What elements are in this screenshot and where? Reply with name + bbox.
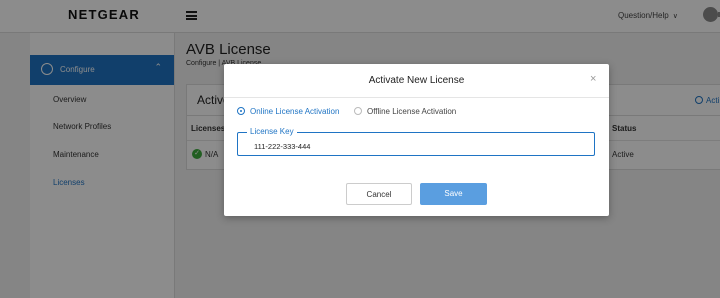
online-activation-label[interactable]: Online License Activation	[250, 107, 339, 116]
activate-license-dialog: Activate New License × Online License Ac…	[224, 64, 609, 216]
license-key-input[interactable]	[254, 142, 584, 151]
close-icon[interactable]: ×	[590, 73, 596, 85]
save-button[interactable]: Save	[420, 183, 487, 205]
license-key-field[interactable]: License Key	[237, 127, 595, 156]
offline-activation-radio[interactable]	[354, 107, 362, 115]
license-key-label: License Key	[247, 127, 297, 136]
divider	[224, 97, 609, 98]
cancel-button[interactable]: Cancel	[346, 183, 412, 205]
offline-activation-label[interactable]: Offline License Activation	[367, 107, 456, 116]
dialog-title: Activate New License	[368, 75, 465, 86]
online-activation-radio[interactable]	[237, 107, 245, 115]
